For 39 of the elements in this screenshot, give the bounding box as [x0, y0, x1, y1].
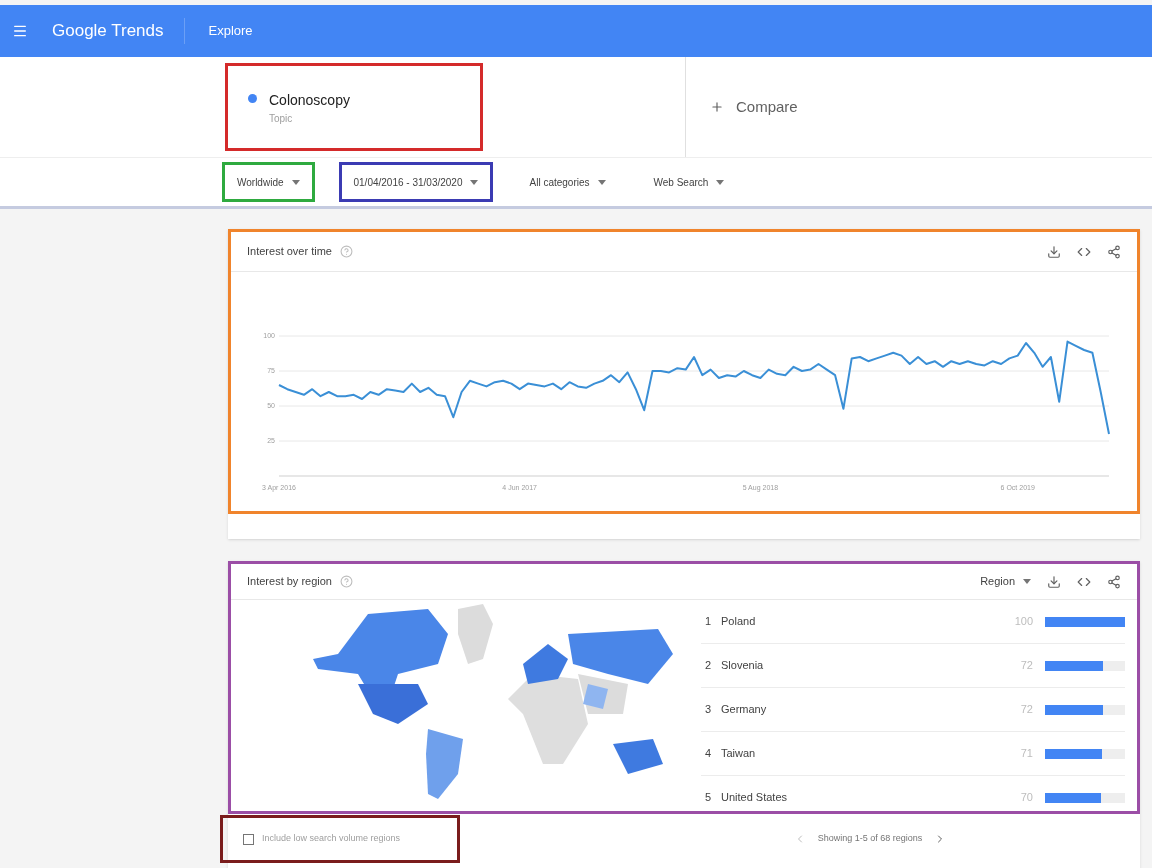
- card-title: Interest by region: [247, 574, 332, 590]
- filter-dropdown[interactable]: All categories: [525, 174, 610, 190]
- region-name[interactable]: Taiwan: [721, 745, 1001, 762]
- region-name[interactable]: Germany: [721, 701, 1001, 718]
- menu-icon[interactable]: [12, 23, 28, 39]
- filter-dropdown[interactable]: Worldwide: [233, 174, 304, 190]
- filter-dropdown[interactable]: Web Search: [649, 174, 729, 190]
- share-icon[interactable]: [1107, 574, 1121, 589]
- resolution-dropdown[interactable]: Region: [980, 573, 1031, 590]
- filter-dropdown[interactable]: 01/04/2016 - 31/03/2020: [349, 174, 483, 190]
- region-name[interactable]: Poland: [721, 613, 1001, 630]
- region-value: 70: [1019, 790, 1033, 806]
- dropdown-caret-icon: [716, 179, 725, 185]
- region-value: 71: [1019, 746, 1033, 762]
- checkbox[interactable]: [243, 833, 254, 845]
- region-name[interactable]: United States: [721, 789, 1001, 806]
- dropdown-caret-icon: [597, 179, 606, 185]
- rank-number: 4: [704, 746, 713, 762]
- rank-number: 3: [704, 702, 713, 718]
- dropdown-caret-icon: [1023, 579, 1031, 584]
- card-title: Interest over time: [247, 244, 332, 260]
- rank-number: 5: [704, 790, 713, 806]
- region-value: 72: [1019, 658, 1033, 674]
- region-name[interactable]: Slovenia: [721, 657, 1001, 674]
- rank-number: 2: [704, 658, 713, 674]
- region-value: 100: [1013, 614, 1033, 630]
- rank-number: 1: [704, 614, 713, 630]
- search-term[interactable]: Colonoscopy: [269, 90, 350, 111]
- region-value: 72: [1019, 702, 1033, 718]
- dropdown-caret-icon: [291, 179, 300, 185]
- plus-icon: [710, 100, 724, 114]
- pagination-text: Showing 1-5 of 68 regions: [817, 832, 923, 846]
- download-icon[interactable]: [1047, 574, 1061, 589]
- app-logo[interactable]: Google Trends: [52, 18, 185, 44]
- dropdown-caret-icon: [470, 179, 479, 185]
- term-type: Topic: [269, 112, 294, 126]
- download-icon[interactable]: [1047, 244, 1061, 259]
- page-title: Explore: [208, 22, 253, 41]
- share-icon[interactable]: [1107, 244, 1121, 259]
